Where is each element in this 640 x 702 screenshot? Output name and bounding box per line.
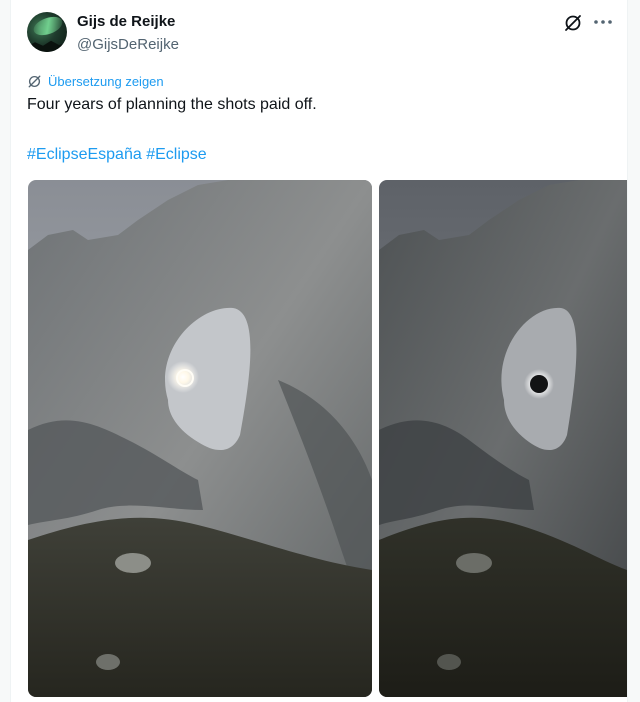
tweet-card[interactable]: Gijs de Reijke @GijsDeReijke Übersetzung… (10, 0, 628, 702)
translate-label: Übersetzung zeigen (48, 73, 164, 89)
hashtag-line: #EclipseEspaña #Eclipse (27, 145, 207, 165)
mountain-silhouette (27, 40, 67, 52)
photo-eclipse-diamond-ring[interactable] (28, 180, 372, 697)
author-handle[interactable]: @GijsDeReijke (77, 36, 179, 53)
author-name[interactable]: Gijs de Reijke (77, 13, 175, 30)
translate-icon (28, 75, 41, 87)
grok-icon[interactable] (563, 13, 583, 33)
hashtag-eclipse-espana[interactable]: #EclipseEspaña (27, 146, 142, 163)
photo-eclipse-totality[interactable] (379, 180, 627, 697)
aurora-glow (31, 13, 65, 39)
tweet-text: Four years of planning the shots paid of… (27, 96, 317, 113)
hashtag-eclipse[interactable]: #Eclipse (146, 146, 206, 163)
translate-link[interactable]: Übersetzung zeigen (27, 71, 164, 91)
avatar[interactable] (27, 12, 67, 52)
more-icon[interactable] (591, 13, 615, 33)
